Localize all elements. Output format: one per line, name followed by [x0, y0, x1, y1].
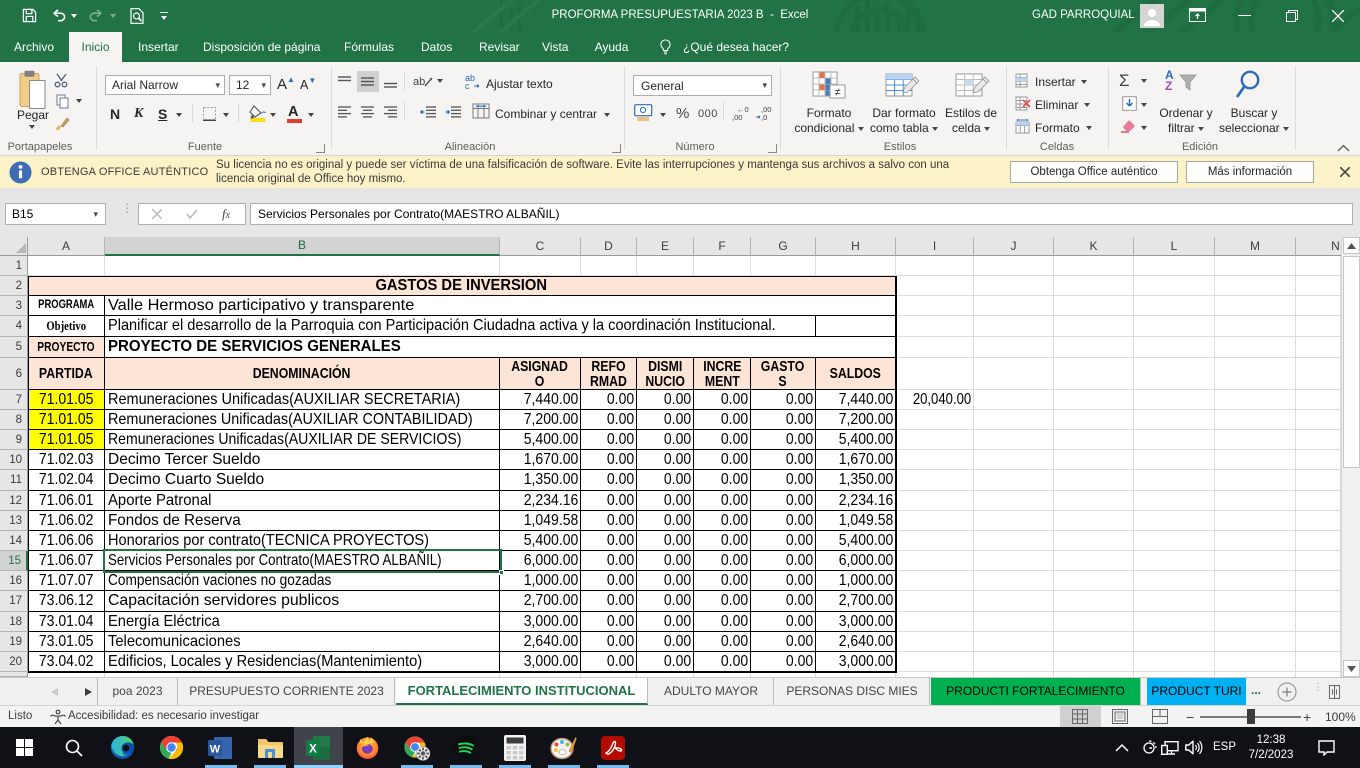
- svg-text:≠: ≠: [834, 87, 840, 99]
- svg-text:c: c: [465, 81, 470, 90]
- svg-text:W: W: [210, 743, 221, 755]
- svg-text:,0: ,0: [761, 113, 767, 121]
- svg-text:ab: ab: [413, 76, 425, 88]
- svg-text:,00: ,00: [732, 113, 742, 121]
- svg-text:X: X: [309, 743, 317, 755]
